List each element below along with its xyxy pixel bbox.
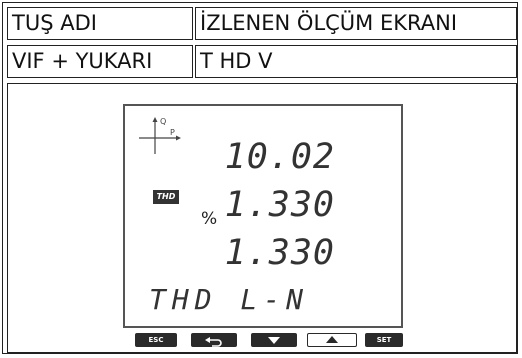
mode-label: THD L-N xyxy=(149,283,310,316)
axis-p-label: P xyxy=(170,128,175,137)
key-table: TUŞ ADI İZLENEN ÖLÇÜM EKRANI VIF + YUKAR… xyxy=(2,2,518,354)
thd-badge: THD xyxy=(153,190,179,204)
value-line-1: 10.02 xyxy=(224,137,335,177)
value-line-3: 1.330 xyxy=(224,233,335,273)
row-screen: T HD V xyxy=(195,45,517,78)
row-key-name: VIF + YUKARI xyxy=(7,45,193,78)
up-button[interactable] xyxy=(307,333,357,347)
up-triangle-icon xyxy=(326,336,338,343)
down-button[interactable] xyxy=(251,333,297,347)
value-line-2: 1.330 xyxy=(224,185,335,225)
lcd-panel: Q P THD % 10.02 1.330 1.330 THD L-N xyxy=(123,104,403,328)
down-triangle-icon xyxy=(268,337,280,344)
header-screen: İZLENEN ÖLÇÜM EKRANI xyxy=(195,7,517,40)
back-arrow-icon xyxy=(205,337,222,347)
set-button[interactable]: SET xyxy=(365,333,403,347)
device-image-cell: Q P THD % 10.02 1.330 1.330 THD L-N ESC xyxy=(7,83,517,353)
axis-q-label: Q xyxy=(160,117,166,126)
esc-button[interactable]: ESC xyxy=(135,333,177,347)
pq-axis-icon: Q P xyxy=(139,117,181,154)
back-button[interactable] xyxy=(191,333,237,347)
header-key-name: TUŞ ADI xyxy=(7,7,193,40)
device-button-row: ESC SET xyxy=(123,333,403,349)
unit-label: % xyxy=(201,209,218,229)
